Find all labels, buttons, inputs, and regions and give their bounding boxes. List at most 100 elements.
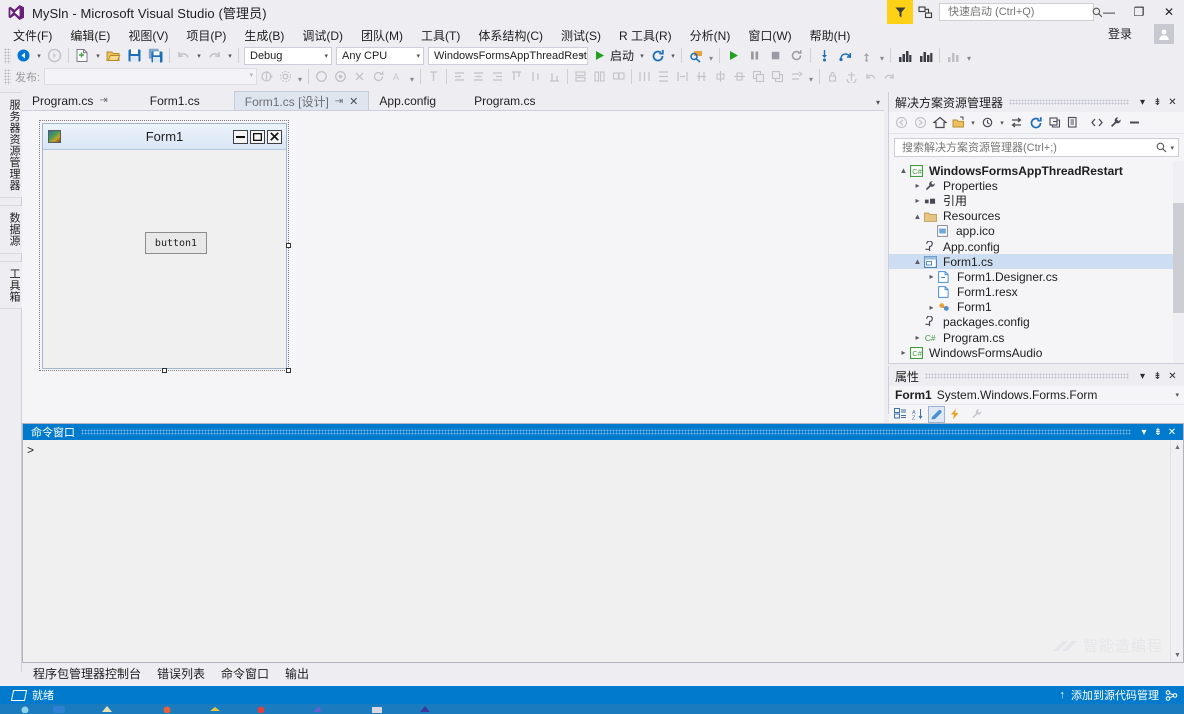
- taskbar-icon-4[interactable]: [160, 705, 174, 713]
- undo-icon[interactable]: [173, 46, 194, 65]
- source-control-icon[interactable]: [1165, 689, 1178, 701]
- dock-tab-command-window[interactable]: 命令窗口: [214, 664, 276, 683]
- open-file-icon[interactable]: [103, 46, 124, 65]
- pause-icon[interactable]: [744, 46, 765, 65]
- taskbar-icon-8[interactable]: [370, 705, 384, 713]
- tree-item-form1-class[interactable]: ▸ Form1: [889, 300, 1184, 315]
- save-icon[interactable]: [124, 46, 145, 65]
- twisty-expanded-icon[interactable]: ▲: [911, 212, 924, 221]
- chart-icon[interactable]: [943, 46, 964, 65]
- command-window-scrollbar[interactable]: ▲ ▼: [1170, 440, 1183, 662]
- navigate-forward-icon[interactable]: [44, 46, 65, 65]
- close-icon[interactable]: ✕: [1165, 367, 1180, 385]
- tab-program-cs-1[interactable]: Program.cs ⇥: [22, 91, 118, 110]
- menu-help[interactable]: 帮助(H): [801, 25, 860, 46]
- continue-icon[interactable]: [723, 46, 744, 65]
- taskbar-icon-2[interactable]: [52, 705, 66, 713]
- step-over-icon[interactable]: [835, 46, 856, 65]
- close-button[interactable]: ✕: [1154, 0, 1184, 24]
- minimize-button[interactable]: —: [1094, 0, 1124, 24]
- forward-icon[interactable]: [911, 113, 930, 132]
- redo-dropdown[interactable]: ▾: [225, 46, 235, 65]
- tab-app-config[interactable]: App.config: [369, 91, 446, 110]
- bring-to-front-icon[interactable]: [749, 67, 768, 86]
- add-to-source-control-button[interactable]: 添加到源代码管理: [1071, 687, 1159, 703]
- tree-item-resources[interactable]: ▲ Resources: [889, 209, 1184, 224]
- layout-overflow-icon[interactable]: ▾: [806, 67, 816, 86]
- pin-icon[interactable]: ⇥: [99, 95, 107, 106]
- tab-form1-cs-design[interactable]: Form1.cs [设计] ⇥ ✕: [233, 91, 370, 110]
- align-middle-icon[interactable]: [526, 67, 545, 86]
- taskbar-icon-1[interactable]: [18, 705, 32, 713]
- new-project-dropdown[interactable]: ▾: [93, 46, 103, 65]
- quick-launch-input[interactable]: [946, 5, 1092, 19]
- search-options-dropdown[interactable]: ▾: [1170, 144, 1174, 152]
- solution-tree-scrollbar[interactable]: [1173, 161, 1184, 363]
- refresh-icon[interactable]: [369, 67, 388, 86]
- start-dropdown[interactable]: ▾: [637, 46, 647, 65]
- menu-edit[interactable]: 编辑(E): [61, 25, 119, 46]
- settings-icon[interactable]: [276, 67, 295, 86]
- align-left-icon[interactable]: [450, 67, 469, 86]
- resize-grip-corner[interactable]: [286, 368, 291, 373]
- data-sources-tab[interactable]: 数据源: [0, 205, 22, 254]
- form-close-button[interactable]: [267, 129, 282, 144]
- publish-icon[interactable]: [257, 67, 276, 86]
- tab-overflow-icon[interactable]: ▾: [876, 98, 880, 107]
- menu-file[interactable]: 文件(F): [4, 25, 61, 46]
- make-same-height-icon[interactable]: [590, 67, 609, 86]
- align-icon[interactable]: [424, 67, 443, 86]
- publish-overflow-icon[interactable]: ▾: [295, 67, 305, 86]
- solution-explorer-search[interactable]: ▾: [894, 138, 1179, 157]
- back-icon[interactable]: [892, 113, 911, 132]
- restart-dropdown[interactable]: ▾: [668, 46, 678, 65]
- undo2-icon[interactable]: [861, 67, 880, 86]
- center-horizontally-icon[interactable]: [711, 67, 730, 86]
- step-into-icon[interactable]: [814, 46, 835, 65]
- menu-debug[interactable]: 调试(D): [293, 25, 352, 46]
- close-icon[interactable]: ✕: [1165, 93, 1180, 111]
- solution-configuration-combo[interactable]: Debug ▾: [244, 46, 332, 65]
- twisty-collapsed-icon[interactable]: ▸: [897, 348, 910, 357]
- tree-item-form1-cs[interactable]: ▲ Form1.cs: [889, 254, 1184, 270]
- debug-overflow-icon[interactable]: ▾: [877, 46, 887, 65]
- pin-icon[interactable]: ⇥: [335, 96, 343, 107]
- performance-icon[interactable]: [915, 46, 936, 65]
- new-project-icon[interactable]: [72, 46, 93, 65]
- form-maximize-button[interactable]: [250, 129, 265, 144]
- anchor-icon[interactable]: [842, 67, 861, 86]
- menu-team[interactable]: 团队(M): [352, 25, 412, 46]
- tree-item-app-ico[interactable]: app.ico: [889, 224, 1184, 239]
- show-all-files-icon[interactable]: [1064, 113, 1083, 132]
- scrollbar-thumb[interactable]: [1173, 203, 1184, 313]
- menu-rtools[interactable]: R 工具(R): [610, 25, 681, 46]
- sync-with-active-document-icon[interactable]: [1007, 113, 1026, 132]
- server-explorer-tab[interactable]: 服务器资源管理器: [0, 92, 22, 198]
- edit-overflow-icon[interactable]: ▾: [407, 67, 417, 86]
- button1-control[interactable]: button1: [145, 232, 207, 254]
- increase-spacing-icon[interactable]: [673, 67, 692, 86]
- properties-icon[interactable]: [928, 405, 945, 423]
- tab-form1-cs[interactable]: Form1.cs: [118, 91, 210, 110]
- categorized-icon[interactable]: [892, 406, 909, 423]
- switch-views-dropdown[interactable]: ▾: [968, 113, 978, 132]
- lock-controls-icon[interactable]: [823, 67, 842, 86]
- align-top-icon[interactable]: [507, 67, 526, 86]
- save-all-icon[interactable]: [145, 46, 166, 65]
- menu-project[interactable]: 项目(P): [177, 25, 235, 46]
- account-icon[interactable]: [1154, 24, 1174, 44]
- tree-item-properties[interactable]: ▸ Properties: [889, 178, 1184, 193]
- resize-grip-right[interactable]: [286, 243, 291, 248]
- send-to-back-icon[interactable]: [768, 67, 787, 86]
- toolbar-grip[interactable]: [4, 47, 11, 64]
- designed-form[interactable]: Form1 button1: [42, 123, 287, 369]
- chevron-down-icon[interactable]: ▾: [1137, 424, 1151, 440]
- start-debugging-button[interactable]: 启动: [590, 47, 637, 64]
- delete-icon[interactable]: [350, 67, 369, 86]
- tab-program-cs-2[interactable]: Program.cs: [446, 91, 545, 110]
- make-same-size-icon[interactable]: [609, 67, 628, 86]
- home-icon[interactable]: [930, 113, 949, 132]
- form-minimize-button[interactable]: [233, 129, 248, 144]
- pin-icon[interactable]: ⇟: [1151, 424, 1165, 440]
- form-client-area[interactable]: button1: [43, 150, 286, 368]
